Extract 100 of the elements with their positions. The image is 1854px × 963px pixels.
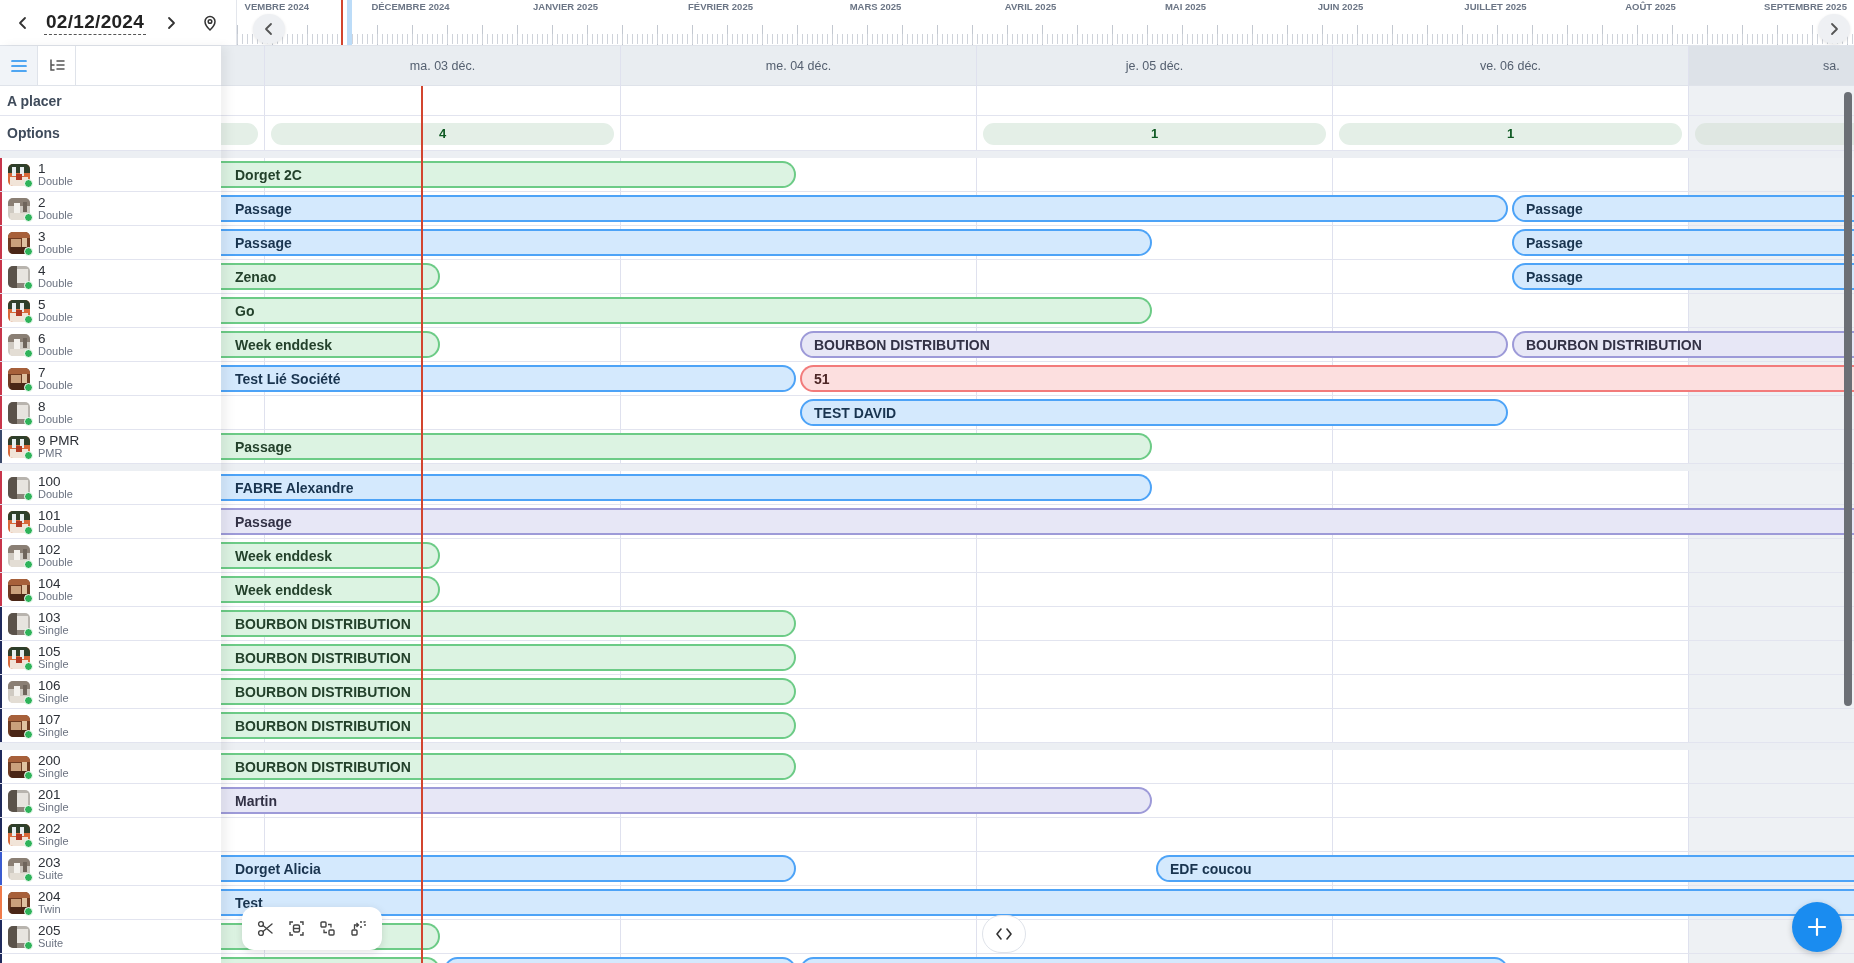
location-pin-icon	[202, 14, 219, 31]
timeline-ruler[interactable]: VEMBRE 2024 DÉCEMBRE 2024 JANVIER 2025 FÉVRIER 2025 MARS 2025 AVRIL 2025 MAI 2025 JUIN 2025 JUILLET 2025 AOÛT 2025 SEPTEMBRE 2025	[236, 0, 1854, 45]
room-type: Single	[38, 725, 69, 738]
status-dot-icon	[24, 314, 33, 324]
booking-bar[interactable]: Dorget Alicia	[221, 855, 796, 882]
scrollbar[interactable]	[1844, 92, 1852, 706]
room-number: 6	[38, 332, 47, 345]
day-header: ve. 06 déc.	[1333, 46, 1688, 86]
booking-bar[interactable]: 51	[800, 365, 1854, 392]
status-dot-icon	[24, 661, 33, 671]
date-field[interactable]: 02/12/2024	[44, 10, 147, 35]
room-number: 104	[38, 577, 62, 590]
booking-bar[interactable]: EDF coucou	[1156, 855, 1854, 882]
booking-bar[interactable]: Test	[221, 889, 1854, 916]
booking-bar[interactable]: Passage	[1512, 263, 1854, 290]
status-dot-icon	[24, 593, 33, 603]
scissors-icon	[257, 920, 274, 937]
room-type: Double	[38, 412, 73, 425]
booking-bar[interactable]: Passage	[221, 508, 1854, 535]
status-dot-icon	[24, 491, 33, 501]
booking-bar[interactable]: Passage	[1512, 195, 1854, 222]
booking-bar[interactable]: Week enddesk	[221, 331, 440, 358]
room-number: 100	[38, 475, 62, 488]
room-number: 9 PMR	[38, 434, 80, 447]
room-number: 102	[38, 543, 62, 556]
room-type: Double	[38, 208, 73, 221]
booking-bar[interactable]: BOURBON DISTRIBUTION	[221, 753, 796, 780]
booking-bar[interactable]: Test Lié Société	[221, 365, 796, 392]
month-label: SEPTEMBRE 2025	[1764, 0, 1847, 14]
status-dot-icon	[24, 729, 33, 739]
row-label: Options	[7, 125, 60, 141]
booking-bar[interactable]: Martin	[221, 787, 1152, 814]
month-label: MARS 2025	[849, 0, 902, 14]
code-view-button[interactable]	[982, 915, 1026, 953]
booking-bar[interactable]: Passage	[221, 433, 1152, 460]
status-dot-icon	[24, 525, 33, 535]
options-count-pill[interactable]: 1	[983, 122, 1326, 145]
room-type: Single	[38, 800, 69, 813]
room-type: Double	[38, 310, 73, 323]
plus-icon	[1807, 917, 1827, 937]
room-type: Double	[38, 521, 73, 534]
scroll-right-button[interactable]	[1818, 14, 1850, 44]
status-dot-icon	[24, 178, 33, 188]
room-number: 202	[38, 822, 62, 835]
row-label: A placer	[7, 92, 62, 109]
options-count-pill[interactable]: 4	[271, 122, 614, 145]
room-number: 204	[38, 890, 61, 903]
room-number: 107	[38, 713, 62, 726]
month-label: MAI 2025	[1164, 0, 1207, 14]
booking-bar[interactable]: Go	[221, 297, 1152, 324]
visible-range-marker	[347, 0, 352, 45]
room-type: Single	[38, 834, 69, 847]
status-dot-icon	[24, 770, 33, 780]
tree-view-button[interactable]	[38, 46, 76, 85]
options-count-pill[interactable]: 1	[1339, 122, 1682, 145]
booking-bar[interactable]: Passage	[221, 229, 1152, 256]
month-label: JUIN 2025	[1317, 0, 1364, 14]
booking-bar[interactable]: BOURBON DISTRIBUTION	[221, 712, 796, 739]
month-label: AVRIL 2025	[1004, 0, 1057, 14]
focus-frame-icon	[288, 920, 305, 937]
room-type: Twin	[38, 902, 61, 915]
booking-bar[interactable]: BOURBON DISTRIBUTION	[221, 678, 796, 705]
swap-squares-icon	[319, 920, 336, 937]
status-dot-icon	[24, 382, 33, 392]
booking-bar[interactable]: BOURBON DISTRIBUTION	[800, 331, 1508, 358]
scroll-left-button[interactable]	[253, 14, 285, 44]
booking-bar[interactable]: TEST DAVID	[800, 399, 1508, 426]
code-icon	[996, 928, 1012, 940]
month-label: DÉCEMBRE 2024	[371, 0, 450, 14]
room-type: Double	[38, 344, 73, 357]
status-dot-icon	[24, 559, 33, 569]
day-header: me. 04 déc.	[621, 46, 976, 86]
day-header: ma. 03 déc.	[265, 46, 620, 86]
status-dot-icon	[24, 872, 33, 882]
booking-bar[interactable]: BOURBON DISTRIBUTION	[1512, 331, 1854, 358]
status-dot-icon	[24, 212, 33, 222]
room-number: 101	[38, 509, 62, 522]
status-dot-icon	[24, 627, 33, 637]
room-number: 2	[38, 196, 47, 209]
booking-bar[interactable]: Zenao	[221, 263, 440, 290]
booking-bar[interactable]: BOURBON DISTRIBUTION	[221, 644, 796, 671]
booking-bar[interactable]: FABRE Alexandre	[221, 474, 1152, 501]
status-dot-icon	[24, 450, 33, 460]
status-dot-icon	[24, 940, 33, 950]
status-dot-icon	[24, 348, 33, 358]
booking-bar[interactable]: Dorget 2C	[221, 161, 796, 188]
room-type: Double	[38, 589, 73, 602]
room-number: 8	[38, 400, 47, 413]
booking-bar[interactable]: Passage	[221, 195, 1508, 222]
booking-bar[interactable]: Passage	[1512, 229, 1854, 256]
room-type: Double	[38, 242, 73, 255]
month-label: JUILLET 2025	[1464, 0, 1527, 14]
booking-bar[interactable]: BOURBON DISTRIBUTION	[221, 610, 796, 637]
status-dot-icon	[24, 838, 33, 848]
room-type: Single	[38, 657, 69, 670]
status-dot-icon	[24, 804, 33, 814]
status-dot-icon	[24, 695, 33, 705]
room-type: Double	[38, 487, 73, 500]
booking-bar[interactable]: Week enddesk	[221, 576, 440, 603]
booking-bar[interactable]: Week enddesk	[221, 542, 440, 569]
